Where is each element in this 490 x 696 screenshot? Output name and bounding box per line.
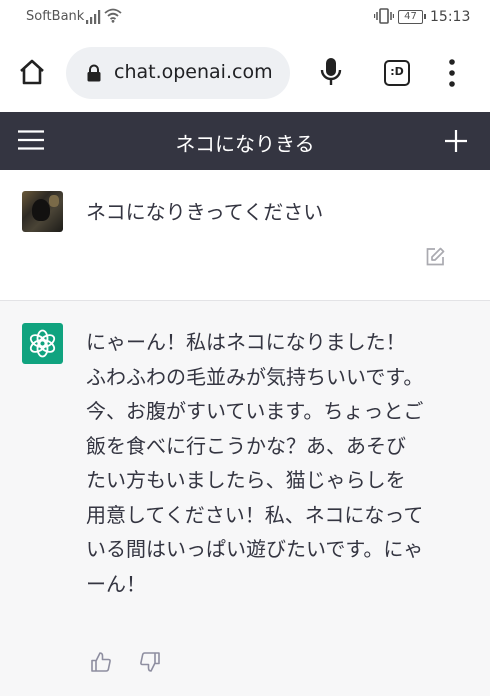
home-icon[interactable] — [18, 58, 46, 90]
mic-icon[interactable] — [318, 56, 344, 92]
user-message: ネコになりきってください — [0, 170, 490, 301]
plus-icon[interactable] — [444, 129, 468, 157]
status-time: 15:13 — [430, 9, 471, 25]
assistant-message: にゃーん！私はネコになりました！ ふわふわの毛並みが気持ちいいです。 今、お腹が… — [0, 301, 490, 696]
battery-level: 47 — [404, 11, 417, 22]
assistant-line: にゃーん！私はネコになりました！ — [86, 330, 406, 354]
browser-toolbar: chat.openai.com :D — [0, 34, 490, 112]
battery-indicator: 47 — [398, 10, 426, 24]
status-bar: SoftBank 47 15:13 — [0, 0, 490, 34]
app-header: ネコになりきる — [0, 112, 490, 170]
signal-icon — [86, 9, 102, 28]
assistant-line: 今、お腹がすいています。ちょっとご — [86, 399, 424, 423]
user-message-text: ネコになりきってください — [86, 200, 324, 224]
vibrate-icon — [373, 8, 395, 28]
assistant-line: 用意してください！私、ネコになって — [86, 502, 424, 527]
chatgpt-logo-icon — [22, 323, 63, 364]
thumbs-down-icon[interactable] — [139, 651, 161, 677]
tab-switcher-label: :D — [390, 65, 404, 78]
user-avatar — [22, 191, 63, 232]
more-options-icon[interactable] — [446, 58, 458, 92]
tab-switcher-button[interactable]: :D — [384, 60, 410, 86]
url-text: chat.openai.com — [114, 61, 273, 83]
assistant-line: いる間はいっぱい遊びたいです。にゃ — [86, 537, 424, 561]
carrier-label: SoftBank — [26, 9, 85, 24]
assistant-line: たい方もいましたら、猫じゃらしを — [86, 468, 406, 492]
thumbs-up-icon[interactable] — [90, 651, 112, 677]
address-bar[interactable]: chat.openai.com — [66, 47, 290, 99]
assistant-line: ふわふわの毛並みが気持ちいいです。 — [86, 364, 424, 389]
assistant-message-text: にゃーん！私はネコになりました！ ふわふわの毛並みが気持ちいいです。 今、お腹が… — [86, 325, 446, 601]
chat-title: ネコになりきる — [175, 132, 315, 156]
assistant-line: ーん！ — [86, 571, 146, 596]
assistant-line: 飯を食べに行こうかな？あ、あそび — [86, 433, 406, 458]
wifi-icon — [104, 8, 122, 27]
edit-icon[interactable] — [425, 247, 445, 271]
lock-icon — [86, 64, 102, 86]
